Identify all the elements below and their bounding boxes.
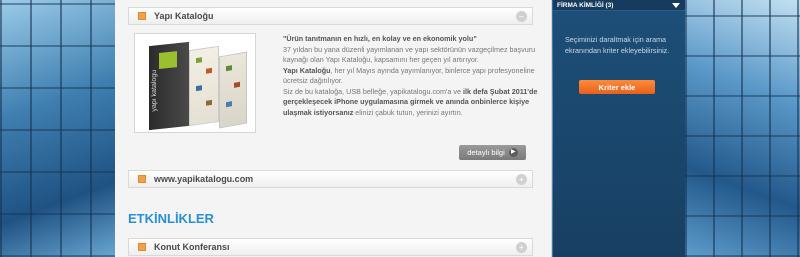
bullet-icon	[138, 175, 146, 183]
sidebar-header[interactable]: FİRMA KİMLİĞİ (3)	[553, 0, 685, 11]
sidebar-title: FİRMA KİMLİĞİ (3)	[557, 1, 614, 9]
catalog-name: Yapı Kataloğu	[283, 65, 331, 75]
section-header-website[interactable]: www.yapikatalogu.com +	[128, 170, 533, 188]
events-heading: ETKİNLİKLER	[128, 211, 214, 226]
catalog-text-1: 37 yıldan bu yana düzenli yayımlanan ve …	[283, 44, 536, 65]
catalog-image[interactable]: yapı katalogu	[134, 33, 256, 133]
detail-info-button[interactable]: detaylı bilgi ▶	[459, 145, 526, 160]
catalog-cover: yapı katalogu	[149, 41, 189, 131]
arrow-right-icon: ▶	[508, 148, 518, 157]
building-background-left	[0, 0, 115, 257]
main-content: Yapı Kataloğu – yapı katalogu "Ürün tanı…	[115, 0, 552, 257]
expand-icon[interactable]: +	[516, 242, 527, 253]
section-header-yapi-katalogu[interactable]: Yapı Kataloğu –	[128, 7, 533, 25]
catalog-text-3: Siz de bu kataloğa, USB belleğe, yapikat…	[283, 86, 463, 96]
sidebar-firma-kimligi: FİRMA KİMLİĞİ (3) Seçiminizi daraltmak i…	[553, 0, 685, 257]
detail-info-label: detaylı bilgi	[467, 148, 505, 157]
catalog-slogan: "Ürün tanıtmanın en hızlı, en kolay ve e…	[283, 34, 477, 43]
chevron-down-icon[interactable]	[672, 3, 680, 8]
sidebar-hint: Seçiminizi daraltmak için arama ekranınd…	[565, 35, 670, 55]
section-title: www.yapikatalogu.com	[154, 174, 254, 184]
bullet-icon	[138, 243, 146, 251]
section-title: Konut Konferansı	[154, 242, 230, 252]
section-header-konut-konferansi[interactable]: Konut Konferansı +	[128, 238, 533, 256]
building-background-right	[685, 0, 800, 257]
catalog-page	[189, 45, 219, 127]
catalog-text-3-end: elinizi çabuk tutun, yerinizi ayırtın.	[353, 107, 463, 117]
catalog-cover-title: yapı katalogu	[151, 69, 158, 112]
expand-icon[interactable]: +	[516, 174, 527, 185]
collapse-icon[interactable]: –	[516, 11, 527, 22]
catalog-description: "Ürün tanıtmanın en hızlı, en kolay ve e…	[283, 34, 538, 118]
catalog-page	[219, 51, 247, 129]
add-criteria-button[interactable]: Kriter ekle	[579, 80, 655, 94]
section-title: Yapı Kataloğu	[154, 11, 214, 21]
bullet-icon	[138, 12, 146, 20]
